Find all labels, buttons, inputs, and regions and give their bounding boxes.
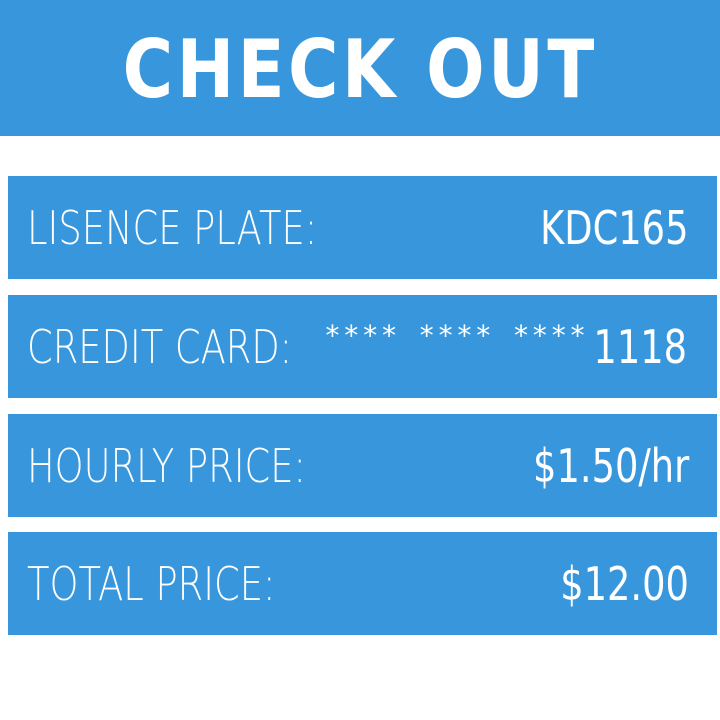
credit-card-mask: **** **** **** — [324, 319, 589, 352]
total-price-value: $12.00 — [528, 557, 689, 611]
hourly-price-label-text: HOURLY PRICE: — [27, 438, 306, 493]
license-plate-label: LISENCE PLATE: — [27, 201, 390, 255]
credit-card-label-text: CREDIT CARD: — [27, 319, 293, 374]
hourly-price-value: $1.50/hr — [494, 439, 689, 493]
total-price-value-text: $12.00 — [560, 556, 689, 611]
credit-card-last4: 1118 — [570, 320, 687, 374]
checkout-header: CHECK OUT — [0, 0, 720, 136]
license-plate-row: LISENCE PLATE: KDC165 — [8, 176, 717, 279]
credit-card-row: CREDIT CARD: **** **** **** 1118 — [8, 295, 717, 398]
credit-card-label: CREDIT CARD: — [27, 320, 358, 374]
credit-card-last4-text: 1118 — [593, 319, 687, 374]
total-price-label: TOTAL PRICE: — [27, 557, 338, 611]
total-price-label-text: TOTAL PRICE: — [27, 556, 276, 611]
license-plate-value-text: KDC165 — [540, 200, 689, 255]
total-price-row: TOTAL PRICE: $12.00 — [8, 532, 717, 635]
checkout-page: CHECK OUT LISENCE PLATE: KDC165 CREDIT C… — [0, 0, 720, 720]
page-title: CHECK OUT — [122, 23, 598, 116]
hourly-price-row: HOURLY PRICE: $1.50/hr — [8, 414, 717, 517]
hourly-price-value-text: $1.50/hr — [532, 438, 689, 493]
hourly-price-label: HOURLY PRICE: — [27, 439, 376, 493]
license-plate-value: KDC165 — [503, 201, 689, 255]
license-plate-label-text: LISENCE PLATE: — [27, 200, 318, 255]
